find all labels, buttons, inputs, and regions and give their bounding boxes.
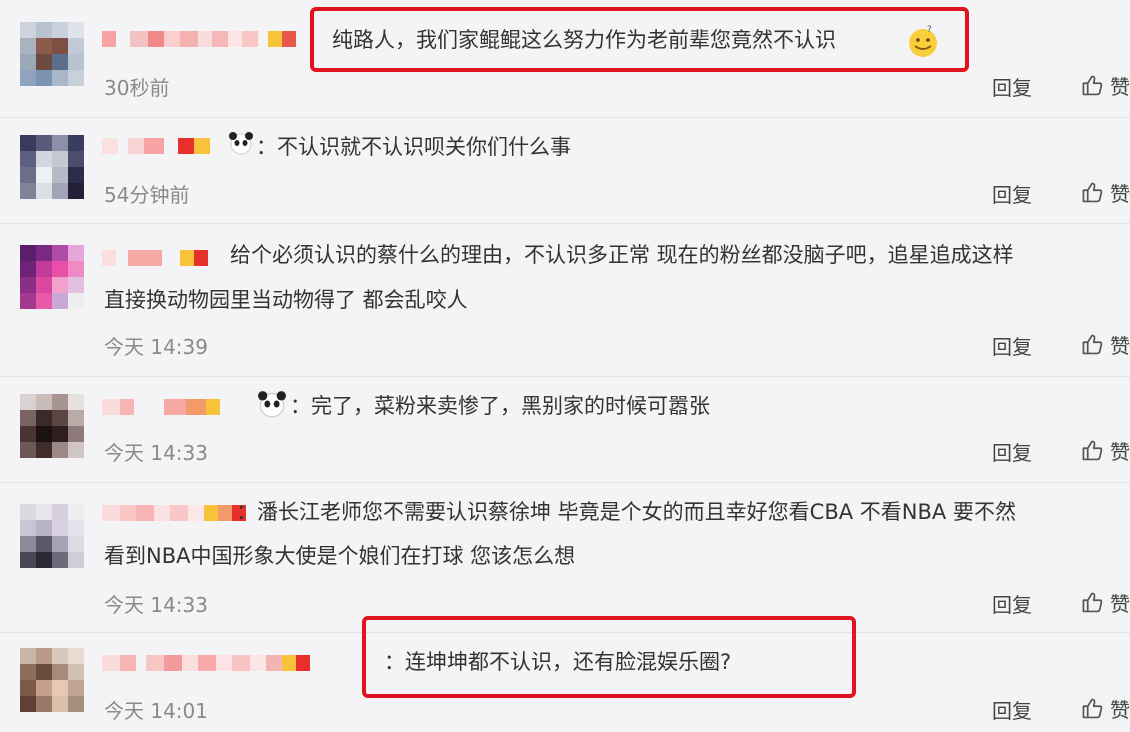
like-label: 赞: [1110, 591, 1130, 616]
svg-text:?: ?: [927, 25, 932, 35]
comment-text: ：完了，菜粉来卖惨了，黑别家的时候可嚣张: [290, 394, 710, 418]
like-button[interactable]: 赞: [1080, 70, 1130, 100]
reply-button[interactable]: 回复: [992, 437, 1032, 466]
like-label: 赞: [1110, 181, 1130, 206]
username-redacted[interactable]: [102, 498, 246, 528]
avatar[interactable]: [20, 648, 84, 712]
thumbs-up-icon: [1082, 75, 1103, 96]
comment-text-line2: 直接换动物园里当动物得了 都会乱咬人: [104, 288, 468, 312]
comment-item: 给个必须认识的蔡什么的理由，不认识多正常 现在的粉丝都没脑子吧，追星追成这样 直…: [0, 223, 1130, 377]
thumbs-up-icon: [1082, 440, 1103, 461]
like-button[interactable]: 赞: [1080, 435, 1130, 465]
avatar[interactable]: [20, 504, 84, 568]
comment-text: 给个必须认识的蔡什么的理由，不认识多正常 现在的粉丝都没脑子吧，追星追成这样: [230, 243, 1014, 267]
like-label: 赞: [1110, 74, 1130, 99]
timestamp: 30秒前: [104, 76, 170, 100]
comment-item: ：不认识就不认识呗关你们什么事 54分钟前 回复 赞: [0, 117, 1130, 224]
like-button[interactable]: 赞: [1080, 587, 1130, 617]
panda-emoji-icon: [256, 390, 288, 422]
comment-text: ：连坤坤都不认识，还有脸混娱乐圈?: [384, 650, 732, 674]
reply-button[interactable]: 回复: [992, 72, 1032, 101]
username-redacted[interactable]: [102, 24, 296, 54]
like-label: 赞: [1110, 439, 1130, 464]
comment-item: ：完了，菜粉来卖惨了，黑别家的时候可嚣张 今天 14:33 回复 赞: [0, 376, 1130, 483]
timestamp: 今天 14:33: [104, 441, 208, 465]
sweat-emoji-icon: ?: [905, 24, 941, 62]
panda-emoji-icon: [228, 131, 254, 159]
timestamp: 今天 14:01: [104, 699, 208, 723]
comment-text: ：不认识就不认识呗关你们什么事: [256, 135, 571, 159]
reply-button[interactable]: 回复: [992, 179, 1032, 208]
reply-button[interactable]: 回复: [992, 331, 1032, 360]
avatar[interactable]: [20, 135, 84, 199]
comment-text-line2: 看到NBA中国形象大使是个娘们在打球 您该怎么想: [104, 544, 576, 568]
avatar[interactable]: [20, 22, 84, 86]
like-button[interactable]: 赞: [1080, 693, 1130, 723]
thumbs-up-icon: [1082, 592, 1103, 613]
like-button[interactable]: 赞: [1080, 329, 1130, 359]
like-label: 赞: [1110, 697, 1130, 722]
like-label: 赞: [1110, 333, 1130, 358]
username-redacted[interactable]: [102, 648, 310, 678]
avatar[interactable]: [20, 245, 84, 309]
thumbs-up-icon: [1082, 334, 1103, 355]
timestamp: 54分钟前: [104, 183, 190, 207]
comment-text: ：潘长江老师您不需要认识蔡徐坤 毕竟是个女的而且幸好您看CBA 不看NBA 要不…: [236, 500, 1016, 524]
comment-text: 纯路人，我们家鲲鲲这么努力作为老前辈您竟然不认识: [332, 28, 836, 52]
comment-item: ：潘长江老师您不需要认识蔡徐坤 毕竟是个女的而且幸好您看CBA 不看NBA 要不…: [0, 482, 1130, 633]
reply-button[interactable]: 回复: [992, 589, 1032, 618]
thumbs-up-icon: [1082, 698, 1103, 719]
username-redacted[interactable]: [102, 392, 220, 422]
username-redacted[interactable]: [102, 131, 224, 161]
avatar[interactable]: [20, 394, 84, 458]
thumbs-up-icon: [1082, 182, 1103, 203]
timestamp: 今天 14:39: [104, 335, 208, 359]
timestamp: 今天 14:33: [104, 593, 208, 617]
comment-item: ：连坤坤都不认识，还有脸混娱乐圈? 今天 14:01 回复 赞: [0, 616, 1130, 732]
comment-item: 纯路人，我们家鲲鲲这么努力作为老前辈您竟然不认识 ? 30秒前 回复 赞: [0, 0, 1130, 118]
username-redacted[interactable]: [102, 243, 208, 273]
reply-button[interactable]: 回复: [992, 695, 1032, 724]
like-button[interactable]: 赞: [1080, 177, 1130, 207]
